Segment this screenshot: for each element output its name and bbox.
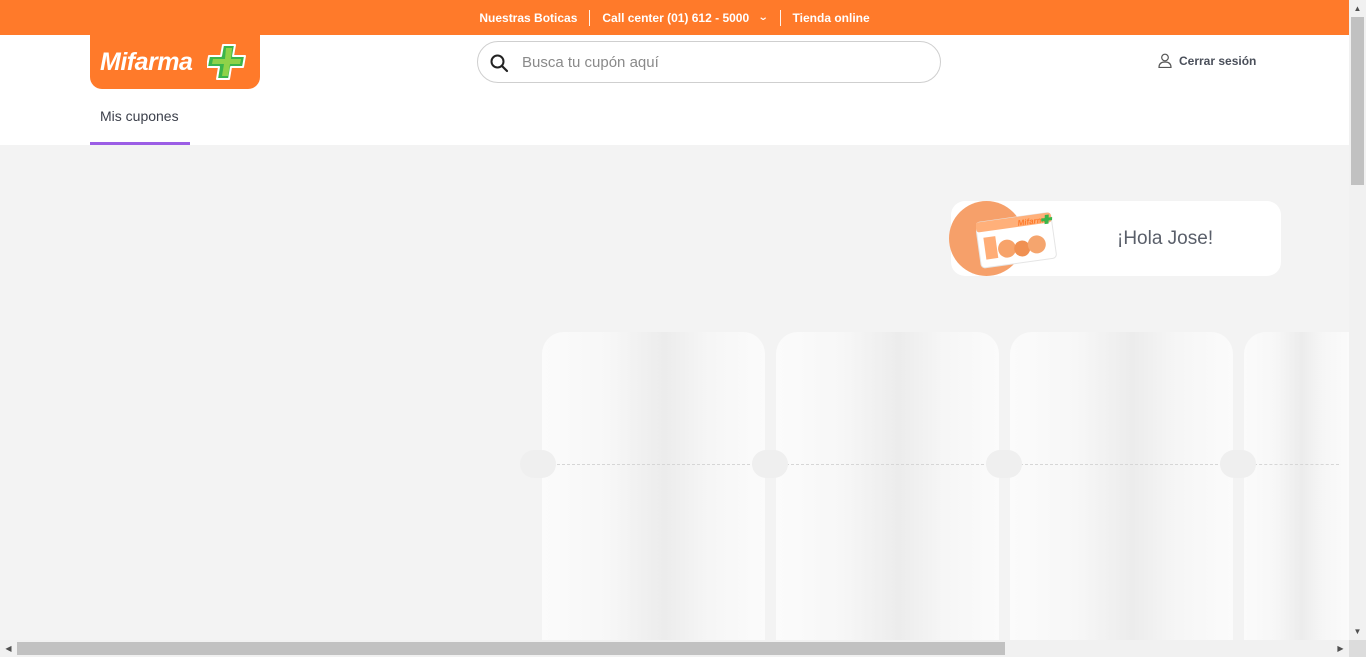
coupon-notch: [752, 450, 788, 478]
horizontal-scrollbar[interactable]: ◀ ▶: [0, 640, 1349, 657]
tab-mis-cupones[interactable]: Mis cupones: [90, 97, 190, 145]
page: Nuestras Boticas Call center (01) 612 - …: [0, 0, 1366, 657]
coupon-card-placeholder[interactable]: [542, 332, 765, 652]
logo-text: Mifarma: [100, 47, 193, 76]
coupon-divider: [786, 464, 989, 465]
logout-label: Cerrar sesión: [1179, 53, 1257, 68]
store-online-label: Tienda online: [792, 10, 870, 25]
coupon-divider: [1020, 464, 1223, 465]
logo[interactable]: Mifarma: [90, 35, 260, 89]
scroll-down-icon[interactable]: ▼: [1349, 623, 1366, 640]
vertical-scrollbar[interactable]: ▲ ▼: [1349, 0, 1366, 640]
greeting-text: ¡Hola Jose!: [1117, 228, 1214, 249]
coupon-card-placeholder[interactable]: [1244, 332, 1349, 652]
coupon-notch: [986, 450, 1022, 478]
stores-link[interactable]: Nuestras Boticas: [467, 10, 589, 26]
scroll-up-icon[interactable]: ▲: [1349, 0, 1366, 17]
loyalty-card-image: Mifarma: [976, 212, 1057, 269]
store-online-link[interactable]: Tienda online: [779, 9, 882, 26]
stores-label: Nuestras Boticas: [479, 10, 578, 25]
coupon-notch: [1220, 450, 1256, 478]
chevron-down-icon: ⌄: [757, 12, 769, 23]
callcenter-dropdown[interactable]: Call center (01) 612 - 5000 ⌄: [589, 9, 779, 26]
coupon-divider: [552, 464, 755, 465]
logout-button[interactable]: Cerrar sesión: [1158, 53, 1256, 68]
search-icon[interactable]: [489, 53, 509, 73]
vertical-scroll-thumb[interactable]: [1351, 17, 1364, 185]
cross-icon: [207, 44, 246, 80]
search-bar: [477, 41, 941, 83]
header: Mifarma Cerrar sesión Mis cupones: [0, 35, 1349, 145]
scroll-right-icon[interactable]: ▶: [1332, 640, 1349, 657]
horizontal-scroll-thumb[interactable]: [17, 642, 1005, 655]
coupon-card-placeholder[interactable]: [1010, 332, 1233, 652]
coupon-divider: [1254, 464, 1339, 465]
top-bar: Nuestras Boticas Call center (01) 612 - …: [0, 0, 1349, 35]
callcenter-label: Call center (01) 612 - 5000: [602, 10, 750, 25]
user-icon: [1158, 53, 1172, 68]
coupon-notch: [520, 450, 556, 478]
coupon-card-placeholder[interactable]: [776, 332, 999, 652]
scrollbar-corner: [1349, 640, 1366, 657]
tabs: Mis cupones: [90, 97, 190, 145]
scroll-left-icon[interactable]: ◀: [0, 640, 17, 657]
greeting-card: Mifarma ¡Hola Jose!: [949, 201, 1281, 276]
search-input[interactable]: [522, 53, 940, 71]
